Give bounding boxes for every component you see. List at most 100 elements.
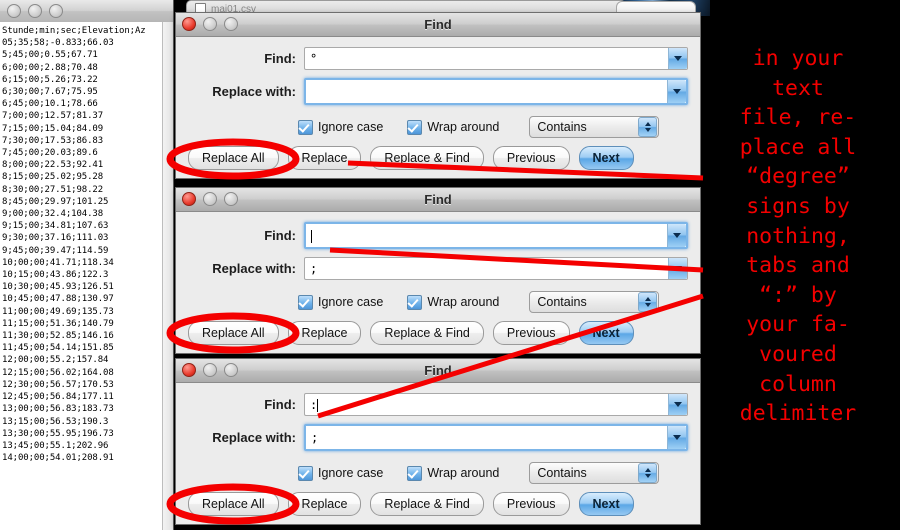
zoom-icon[interactable] [49,4,63,18]
next-button[interactable]: Next [578,321,634,345]
dialog-content: Find: Replace with:; Ignore case Wrap aroun… [176,212,700,353]
ignore-case-label: Ignore case [318,120,384,134]
wrap-around-label: Wrap around [427,120,500,134]
text-file-line: 12;15;00;56.02;164.08 [2,367,114,378]
replace-button[interactable]: Replace [287,146,362,170]
find-field-dropdown-icon[interactable] [668,394,687,415]
checkmark-icon [298,465,313,481]
replace-and-find-button[interactable]: Replace & Find [370,492,484,516]
close-icon[interactable] [182,363,196,377]
text-file-line: 10;15;00;43.86;122.3 [2,270,109,281]
find-field-label: Find: [264,228,296,243]
minimize-icon[interactable] [203,192,217,206]
options-row: Ignore case Wrap around Contains [298,462,688,484]
screenshot-root: Stunde;min;sec;Elevation;Az 05;35;58;-0.8… [0,0,900,530]
close-icon[interactable] [7,4,21,18]
replace-all-button[interactable]: Replace All [188,492,279,516]
ignore-case-checkbox[interactable]: Ignore case [298,119,384,135]
next-button[interactable]: Next [578,492,634,516]
text-file-line: 13;45;00;55.1;202.96 [2,440,109,451]
replace-field-label: Replace with: [212,84,296,99]
zoom-icon[interactable] [224,17,238,31]
replace-field-dropdown-icon[interactable] [668,258,687,279]
text-file-line: 12;30;00;56.57;170.53 [2,379,114,390]
wrap-around-checkbox[interactable]: Wrap around [407,294,499,310]
replace-field-input[interactable]: ; [304,257,688,280]
match-mode-value: Contains [537,466,587,480]
ignore-case-checkbox[interactable]: Ignore case [298,465,383,481]
dialog-title: Find [424,363,452,378]
replace-field-dropdown-icon[interactable] [667,426,686,449]
close-icon[interactable] [182,17,196,31]
match-mode-select[interactable]: Contains [529,116,660,138]
annotation-line: in your [752,46,844,71]
find-field-input[interactable]: ° [304,47,688,70]
find-dialog-tab[interactable]: Find Find: Replace with:; Ignore case Wrap a… [175,187,701,354]
text-file-line: 11;30;00;52.85;146.16 [2,331,114,342]
find-dialog-degree[interactable]: Find Find: ° Replace with: Ignore case Wrap a… [175,12,701,179]
vertical-scrollbar[interactable] [162,22,173,530]
zoom-icon[interactable] [224,363,238,377]
text-file-line: 11;45;00;54.14;151.85 [2,343,114,354]
replace-field-input[interactable] [304,78,688,105]
replace-button[interactable]: Replace [287,492,362,516]
minimize-icon[interactable] [203,363,217,377]
previous-button[interactable]: Previous [492,146,570,170]
annotation-line: your fa- [746,312,850,338]
next-button[interactable]: Next [578,146,634,170]
find-field-input[interactable]: : [304,393,688,416]
ignore-case-checkbox[interactable]: Ignore case [298,294,383,310]
annotation-line: voured [759,341,837,367]
match-mode-select[interactable]: Contains [529,462,660,484]
dialog-button-row: Replace All Replace Replace & Find Previous… [188,492,688,516]
dialog-button-row: Replace All Replace Replace & Find Previous… [188,321,688,345]
replace-field-dropdown-icon[interactable] [667,80,686,103]
replace-button[interactable]: Replace [287,321,362,345]
find-field-dropdown-icon[interactable] [668,48,687,69]
dialog-titlebar: Find [176,13,700,37]
replace-field-input[interactable]: ; [304,424,688,451]
replace-field-row: Replace with:; [188,257,688,280]
text-file-line: 10;45;00;47.88;130.97 [2,294,114,305]
stepper-icon[interactable] [638,292,658,312]
text-file-window[interactable]: Stunde;min;sec;Elevation;Az 05;35;58;-0.8… [0,0,174,530]
minimize-icon[interactable] [28,4,42,18]
match-mode-select[interactable]: Contains [529,291,660,313]
replace-field-value: ; [310,261,318,276]
text-file-titlebar [0,0,173,23]
dialog-title: Find [424,17,452,32]
text-file-line: 13;00;00;56.83;183.73 [2,404,114,415]
text-file-line: 13;15;00;56.53;190.3 [2,416,109,427]
previous-button[interactable]: Previous [492,321,570,345]
text-file-content[interactable]: Stunde;min;sec;Elevation;Az 05;35;58;-0.8… [0,22,163,530]
annotation-line: signs by [746,193,850,219]
find-field-dropdown-icon[interactable] [667,224,686,247]
annotation-line: “degree” [746,164,850,190]
zoom-icon[interactable] [224,192,238,206]
previous-button[interactable]: Previous [492,492,570,516]
text-file-line: 6;45;00;10.1;78.66 [2,99,98,110]
find-field-value: : [310,397,319,412]
checkmark-icon [407,294,423,310]
stepper-icon[interactable] [638,463,658,483]
find-field-input[interactable] [304,222,688,249]
replace-all-button[interactable]: Replace All [188,321,279,345]
annotation-line: nothing, [746,223,850,249]
close-icon[interactable] [182,192,196,206]
stepper-icon[interactable] [638,117,658,137]
text-file-line: 10;30;00;45.93;126.51 [2,282,114,293]
text-file-line: 9;45;00;39.47;114.59 [2,245,109,256]
replace-and-find-button[interactable]: Replace & Find [370,146,484,170]
wrap-around-checkbox[interactable]: Wrap around [407,119,500,135]
text-file-line: 10;00;00;41.71;118.34 [2,257,114,268]
replace-all-button[interactable]: Replace All [188,146,279,170]
dialog-content: Find:: Replace with:; Ignore case Wrap arou… [176,383,700,524]
wrap-around-label: Wrap around [427,466,500,480]
annotation-line: “:” by [759,282,837,308]
text-caret [317,398,319,412]
replace-and-find-button[interactable]: Replace & Find [370,321,484,345]
minimize-icon[interactable] [203,17,217,31]
find-dialog-colon[interactable]: Find Find:: Replace with:; Ignore case Wrap … [175,358,701,525]
text-file-line: 7;00;00;12.57;81.37 [2,111,104,122]
wrap-around-checkbox[interactable]: Wrap around [407,465,500,481]
